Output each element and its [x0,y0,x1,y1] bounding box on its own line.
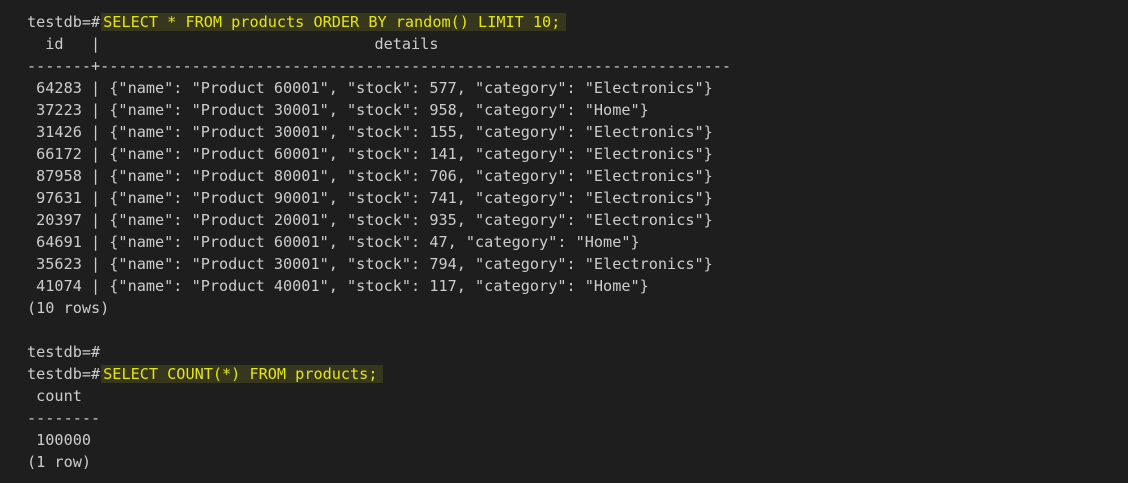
prompt-label: testdb=# [27,343,101,361]
result-row: 100000 [27,431,92,449]
result-row: 41074 | {"name": "Product 40001", "stock… [27,277,649,295]
command-text[interactable]: SELECT COUNT(*) FROM products; [101,365,384,383]
command-text[interactable]: SELECT * FROM products ORDER BY random()… [101,13,567,31]
result-row: 31426 | {"name": "Product 30001", "stock… [27,123,713,141]
prompt-line-query-1: testdb=# SELECT * FROM products ORDER BY … [27,11,1128,33]
empty-prompt-line: testdb=# [27,341,1128,363]
result-row: 66172 | {"name": "Product 60001", "stock… [27,145,713,163]
result-row: 35623 | {"name": "Product 30001", "stock… [27,255,713,273]
prompt-label: testdb=# [27,365,101,383]
result-row: 64283 | {"name": "Product 60001", "stock… [27,79,713,97]
result-row: 37223 | {"name": "Product 30001", "stock… [27,101,649,119]
result-row: 97631 | {"name": "Product 90001", "stock… [27,189,713,207]
result-header: id | details [27,35,439,53]
prompt-label: testdb=# [27,13,101,31]
result-separator: -------+--------------------------------… [27,57,732,75]
terminal-window[interactable]: testdb=# SELECT * FROM products ORDER BY … [0,0,1128,483]
result-row: 87958 | {"name": "Product 80001", "stock… [27,167,713,185]
result-separator: -------- [27,409,101,427]
row-count: (1 row) [27,453,92,471]
result-row: 64691 | {"name": "Product 60001", "stock… [27,233,640,251]
prompt-line-query-2: testdb=# SELECT COUNT(*) FROM products; [27,363,1128,385]
result-header: count [27,387,82,405]
row-count: (10 rows) [27,299,110,317]
result-row: 20397 | {"name": "Product 20001", "stock… [27,211,713,229]
